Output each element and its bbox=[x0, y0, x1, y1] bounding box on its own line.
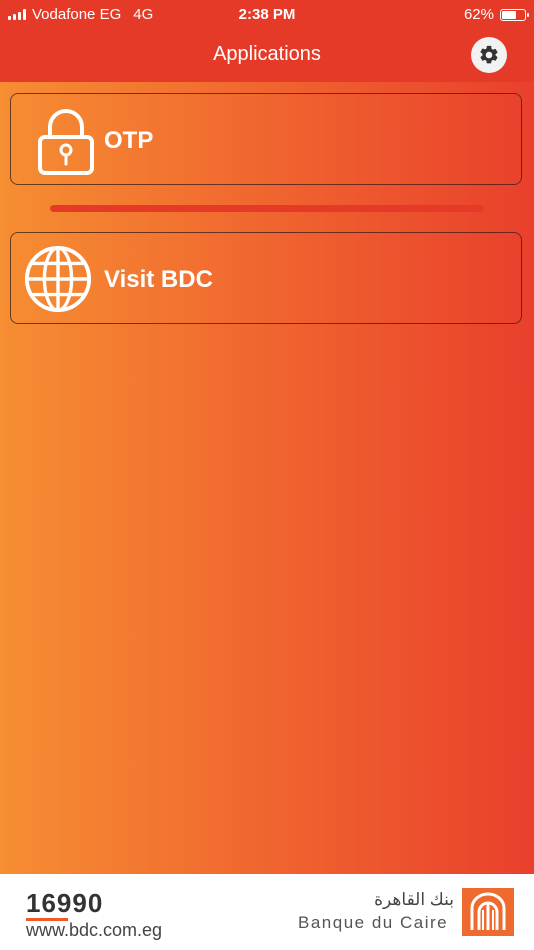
hotline-number: 16990 bbox=[26, 888, 104, 918]
footer: 16990 www.bdc.com.eg بنك القاهرة Banque … bbox=[0, 874, 534, 950]
status-bar: Vodafone EG 4G 2:38 PM 62% bbox=[0, 0, 534, 30]
visit-bdc-button[interactable]: Visit BDC bbox=[10, 232, 522, 324]
status-right: 62% bbox=[463, 6, 529, 23]
page-title: Applications bbox=[213, 43, 321, 65]
gear-icon bbox=[480, 45, 498, 64]
settings-button[interactable] bbox=[471, 37, 507, 73]
battery-percent: 62% bbox=[463, 6, 494, 23]
globe-icon bbox=[24, 245, 92, 313]
nav-bar: Applications bbox=[0, 30, 534, 82]
visit-bdc-label: Visit BDC bbox=[104, 266, 213, 293]
battery-icon bbox=[500, 8, 529, 21]
otp-label: OTP bbox=[104, 127, 154, 154]
app-screen: Vodafone EG 4G 2:38 PM 62% Applications … bbox=[0, 0, 534, 874]
status-time: 2:38 PM bbox=[238, 6, 296, 23]
website-link[interactable]: www.bdc.com.eg bbox=[26, 920, 162, 941]
bank-name-arabic: بنك القاهرة bbox=[374, 890, 454, 909]
otp-app-button[interactable]: OTP bbox=[10, 93, 522, 185]
bdc-logo-icon bbox=[462, 888, 514, 936]
divider bbox=[50, 205, 484, 212]
bank-name: Banque du Caire bbox=[298, 913, 449, 932]
lock-icon bbox=[38, 109, 94, 175]
